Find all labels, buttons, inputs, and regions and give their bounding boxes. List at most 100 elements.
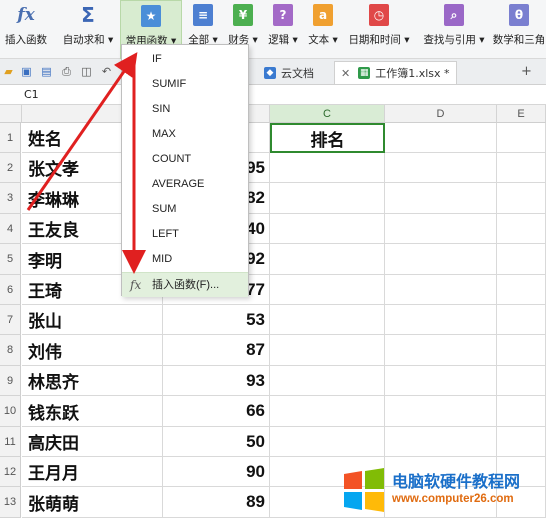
row-header[interactable]: 2 <box>0 153 21 183</box>
undo-icon[interactable]: ↶ <box>100 65 113 78</box>
column-header-c[interactable]: C <box>270 105 385 123</box>
autosum-label: 自动求和 ▾ <box>62 34 114 46</box>
cell-c[interactable] <box>270 153 385 183</box>
score-cell[interactable]: 66 <box>163 396 270 427</box>
close-icon[interactable]: ✕ <box>341 67 350 80</box>
cell-d[interactable] <box>385 427 497 457</box>
cell-d[interactable] <box>385 335 497 366</box>
cell-e[interactable] <box>497 366 546 396</box>
cell-d[interactable] <box>385 153 497 183</box>
cell-e1[interactable] <box>497 123 546 153</box>
ribbon-toolbar: fx 插入函数 Σ 自动求和 ▾ ★ 常用函数 ▾ ≡ 全部 ▾ ¥ 财务 ▾ … <box>0 0 546 59</box>
cell-c[interactable] <box>270 275 385 305</box>
menu-item-sum[interactable]: SUM <box>122 197 248 222</box>
cell-c[interactable] <box>270 396 385 427</box>
score-cell[interactable]: 53 <box>163 305 270 335</box>
column-header-d[interactable]: D <box>385 105 497 123</box>
menu-item-max[interactable]: MAX <box>122 122 248 147</box>
cell-e[interactable] <box>497 335 546 366</box>
open-folder-icon[interactable]: ▰ <box>2 65 15 78</box>
row-header[interactable]: 10 <box>0 396 21 427</box>
score-cell[interactable]: 89 <box>163 487 270 518</box>
name-box[interactable]: C1 <box>24 88 39 101</box>
name-cell[interactable]: 张山 <box>22 305 163 335</box>
select-all-corner[interactable] <box>0 105 22 123</box>
row-header[interactable]: 11 <box>0 427 21 457</box>
cell-c[interactable] <box>270 366 385 396</box>
row-header[interactable]: 6 <box>0 275 21 305</box>
insert-function-button[interactable]: fx 插入函数 <box>0 0 52 59</box>
name-cell[interactable]: 林思齐 <box>22 366 163 396</box>
tab-workbook[interactable]: ✕ ▦ 工作簿1.xlsx * <box>334 61 457 84</box>
row-header[interactable]: 4 <box>0 214 21 244</box>
logical-label: 逻辑 ▾ <box>268 34 298 46</box>
cell-d1[interactable] <box>385 123 497 153</box>
row-header[interactable]: 5 <box>0 244 21 275</box>
question-icon: ? <box>273 4 293 26</box>
cell-e[interactable] <box>497 427 546 457</box>
row-header[interactable]: 12 <box>0 457 21 487</box>
lookup-reference-button[interactable]: ⌕ 查找与引用 ▾ <box>418 0 490 59</box>
row-header[interactable]: 13 <box>0 487 21 518</box>
cell-d[interactable] <box>385 244 497 275</box>
menu-item-sin[interactable]: SIN <box>122 97 248 122</box>
cell-c[interactable] <box>270 427 385 457</box>
name-cell[interactable]: 高庆田 <box>22 427 163 457</box>
add-tab-button[interactable]: + <box>520 65 533 78</box>
menu-item-if[interactable]: IF <box>122 47 248 72</box>
autosum-button[interactable]: Σ 自动求和 ▾ <box>58 0 118 59</box>
cell-e[interactable] <box>497 305 546 335</box>
menu-item-sumif[interactable]: SUMIF <box>122 72 248 97</box>
cell-c[interactable] <box>270 305 385 335</box>
score-cell[interactable]: 50 <box>163 427 270 457</box>
preview-icon[interactable]: ◫ <box>80 65 93 78</box>
row-header[interactable]: 1 <box>0 123 21 153</box>
star-icon: ★ <box>141 5 161 27</box>
row-header[interactable]: 3 <box>0 183 21 214</box>
export-icon[interactable]: ▤ <box>40 65 53 78</box>
date-time-button[interactable]: ◷ 日期和时间 ▾ <box>344 0 414 59</box>
menu-item-mid[interactable]: MID <box>122 247 248 272</box>
cloud-doc-icon: ◆ <box>264 66 276 79</box>
name-cell[interactable]: 王月月 <box>22 457 163 487</box>
theta-icon: θ <box>509 4 529 26</box>
math-trig-button[interactable]: θ 数学和三角 <box>492 0 546 59</box>
text-button[interactable]: a 文本 ▾ <box>304 0 342 59</box>
cell-e[interactable] <box>497 244 546 275</box>
save-icon[interactable]: ▣ <box>20 65 33 78</box>
cell-c[interactable] <box>270 214 385 244</box>
row-header[interactable]: 7 <box>0 305 21 335</box>
cell-c[interactable] <box>270 244 385 275</box>
print-icon[interactable]: ⎙ <box>60 65 73 78</box>
cell-d[interactable] <box>385 305 497 335</box>
watermark-title: 电脑软硬件教程网 <box>392 472 521 491</box>
menu-item-average[interactable]: AVERAGE <box>122 172 248 197</box>
row-header[interactable]: 8 <box>0 335 21 366</box>
cell-e[interactable] <box>497 153 546 183</box>
cell-d[interactable] <box>385 214 497 244</box>
column-header-e[interactable]: E <box>497 105 546 123</box>
cell-d[interactable] <box>385 366 497 396</box>
cell-d[interactable] <box>385 396 497 427</box>
cell-e[interactable] <box>497 183 546 214</box>
menu-item-insert-function[interactable]: fx 插入函数(F)... <box>122 272 248 297</box>
name-cell[interactable]: 张萌萌 <box>22 487 163 518</box>
cell-c[interactable] <box>270 335 385 366</box>
menu-item-left[interactable]: LEFT <box>122 222 248 247</box>
name-cell[interactable]: 刘伟 <box>22 335 163 366</box>
name-cell[interactable]: 钱东跃 <box>22 396 163 427</box>
row-header[interactable]: 9 <box>0 366 21 396</box>
cell-d[interactable] <box>385 183 497 214</box>
score-cell[interactable]: 93 <box>163 366 270 396</box>
score-cell[interactable]: 90 <box>163 457 270 487</box>
cell-e[interactable] <box>497 214 546 244</box>
score-cell[interactable]: 87 <box>163 335 270 366</box>
cell-c[interactable] <box>270 183 385 214</box>
rank-header-cell[interactable]: 排名 <box>270 123 385 153</box>
cell-e[interactable] <box>497 396 546 427</box>
cell-e[interactable] <box>497 275 546 305</box>
menu-item-count[interactable]: COUNT <box>122 147 248 172</box>
logical-button[interactable]: ? 逻辑 ▾ <box>264 0 302 59</box>
cell-d[interactable] <box>385 275 497 305</box>
tab-cloud-doc[interactable]: ◆ 云文档 <box>258 61 320 84</box>
